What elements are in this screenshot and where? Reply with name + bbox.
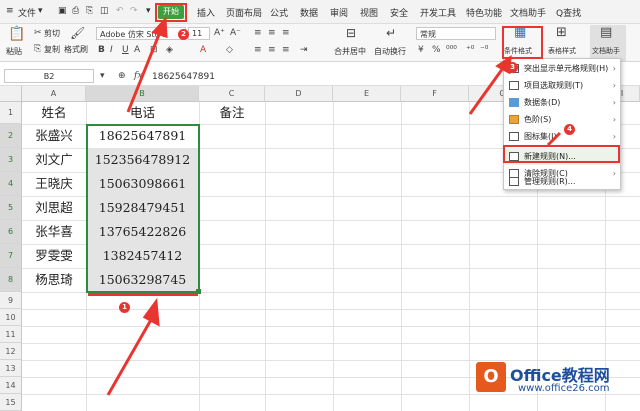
annotation-arrows: [106, 16, 562, 396]
arrow-4-line: [546, 131, 562, 147]
step-badge-4: 4: [564, 124, 575, 135]
step-badge-2: 2: [178, 29, 189, 40]
arrow-2-head: [151, 16, 168, 39]
step-badge-3: 3: [507, 62, 518, 73]
watermark-url: www.office26.com: [518, 383, 610, 394]
arrow-2-line: [126, 31, 162, 113]
arrow-1-head: [142, 297, 160, 327]
arrow-3-line: [468, 67, 505, 115]
office-logo-icon: O: [476, 362, 506, 392]
step-badge-1: 1: [119, 302, 130, 313]
arrow-1-line: [106, 317, 154, 396]
